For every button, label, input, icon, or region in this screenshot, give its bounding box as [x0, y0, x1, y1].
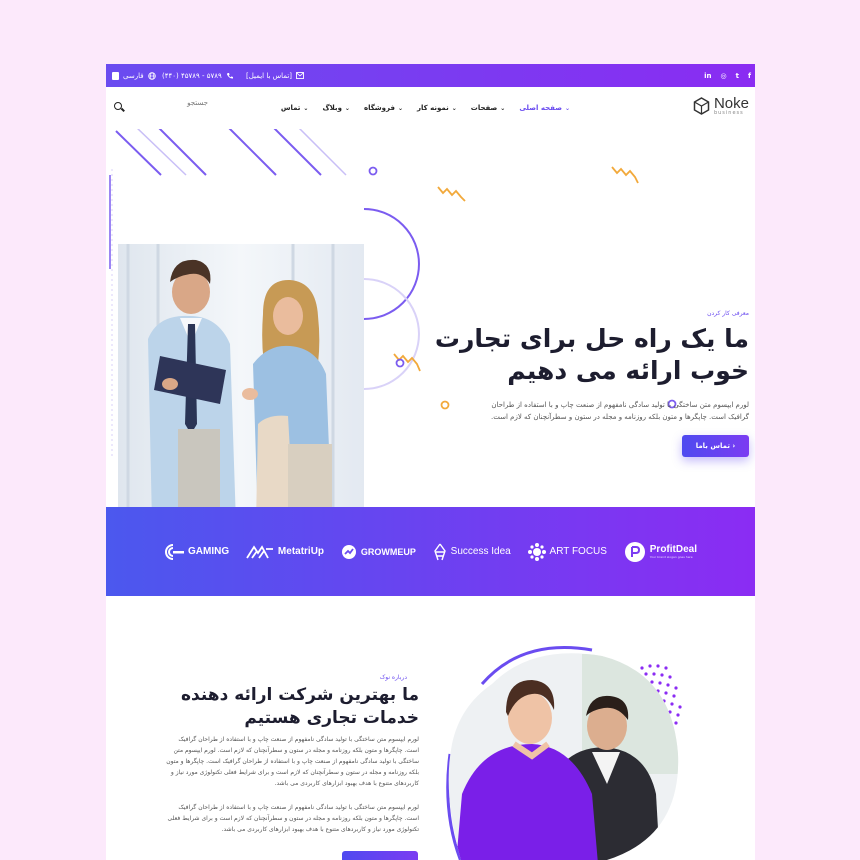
art-focus-logo-icon: [527, 542, 546, 561]
brand-gaming[interactable]: GAMING: [162, 543, 229, 561]
chevron-down-icon: ⌄: [303, 104, 309, 112]
dropdown-icon: [112, 71, 119, 80]
top-bar: فارسی (۴۴۰) ۴۵۷۸۹ - ۵۷۸۹ [تماس با ایمیل]…: [106, 64, 755, 87]
brand-art-focus-name: ART FOCUS: [549, 546, 607, 557]
about-paragraph-2: لورم ایپسوم متن ساختگی با تولید سادگی نا…: [167, 804, 419, 833]
about-paragraph-1: لورم ایپسوم متن ساختگی با تولید سادگی نا…: [166, 736, 419, 787]
facebook-icon[interactable]: f: [748, 72, 751, 80]
brand-profitdeal-tagline: Your brand slogan goes here: [649, 555, 693, 559]
menu-bar: صفحه اصلی ⌄ صفحات ⌄ نمونه کار ⌄ فروشگاه ⌄ وب…: [224, 87, 570, 129]
menu-item-home[interactable]: صفحه اصلی ⌄: [519, 104, 570, 112]
hero-image-business-people: [118, 244, 364, 507]
brand-profitdeal[interactable]: ProfitDeal Your brand slogan goes here: [624, 541, 697, 563]
email-label: [تماس با ایمیل]: [246, 71, 293, 80]
hero-eyebrow: معرفی کار کردن: [707, 310, 749, 317]
search-icon[interactable]: [114, 102, 122, 110]
brand-success-idea[interactable]: Success Idea: [433, 543, 511, 561]
brand-growmeup[interactable]: GROWMEUP: [341, 544, 416, 560]
logo-subtext: business: [713, 110, 744, 116]
chevron-down-icon: ⌄: [397, 104, 403, 112]
menu-item-portfolio[interactable]: نمونه کار ⌄: [417, 104, 457, 112]
brand-metatriup-name: MetatriUp: [277, 546, 325, 557]
hero-title: ما یک راه حل برای تجارت خوب ارائه می دهی…: [434, 324, 749, 385]
brands-band: GAMING MetatriUp GROWMEUP Success Idea A…: [106, 507, 755, 596]
menu-item-pages[interactable]: صفحات ⌄: [471, 104, 506, 112]
hero-section: معرفی کار کردن ما یک راه حل برای تجارت خ…: [106, 129, 755, 507]
phone-icon: [226, 72, 233, 79]
arc-decoration: [363, 208, 420, 320]
chevron-down-icon: ⌄: [344, 104, 350, 112]
about-section: درباره نوک ما بهترین شرکت ارائه دهنده خد…: [106, 596, 755, 860]
menu-item-contact[interactable]: تماس ⌄: [281, 104, 309, 112]
social-links: in ◎ t f: [704, 64, 751, 87]
contact-us-button[interactable]: تماس باما ›: [682, 435, 749, 457]
brand-profitdeal-name: ProfitDeal: [649, 544, 697, 555]
diagonal-stripes: [115, 129, 322, 176]
growmeup-logo-icon: [341, 544, 356, 559]
brand-metatriup[interactable]: MetatriUp: [246, 544, 325, 559]
profitdeal-logo-icon: [624, 541, 645, 562]
gaming-logo-icon: [165, 543, 184, 560]
about-more-button[interactable]: [342, 851, 418, 860]
logo[interactable]: Noke business: [693, 96, 749, 116]
chevron-down-icon: ⌄: [564, 104, 570, 112]
language-selector[interactable]: فارسی: [112, 64, 156, 87]
phone-link[interactable]: (۴۴۰) ۴۵۷۸۹ - ۵۷۸۹: [162, 64, 234, 87]
brand-art-focus[interactable]: ART FOCUS: [527, 542, 607, 561]
logo-text: Noke: [713, 95, 749, 112]
language-label: فارسی: [123, 71, 144, 80]
menu-item-blog[interactable]: وبلاگ ⌄: [322, 104, 350, 112]
brand-gaming-name: GAMING: [188, 546, 230, 557]
brand-growmeup-name: GROWMEUP: [360, 546, 416, 557]
chevron-down-icon: ⌄: [451, 104, 457, 112]
chevron-down-icon: ⌄: [500, 104, 506, 112]
email-link[interactable]: [تماس با ایمیل]: [246, 64, 304, 87]
instagram-icon[interactable]: ◎: [720, 72, 726, 80]
about-title: ما بهترین شرکت ارائه دهنده خدمات تجاری ه…: [181, 685, 419, 728]
mail-icon: [296, 72, 304, 79]
brand-success-idea-name: Success Idea: [450, 546, 511, 557]
about-image-business-team: [446, 646, 682, 860]
logo-cube-icon: [693, 97, 710, 115]
hero-description: لورم ایپسوم متن ساختگی با تولید سادگی نا…: [490, 401, 749, 421]
metatriup-logo-icon: [246, 544, 273, 559]
success-idea-logo-icon: [433, 543, 446, 560]
about-eyebrow: درباره نوک: [379, 674, 407, 681]
linkedin-icon[interactable]: in: [704, 72, 711, 80]
globe-icon: [147, 71, 156, 80]
search-input[interactable]: [128, 99, 208, 107]
page-frame: فارسی (۴۴۰) ۴۵۷۸۹ - ۵۷۸۹ [تماس با ایمیل]…: [106, 64, 755, 860]
main-nav: صفحه اصلی⌄ صفحات⌄ نمونه کار⌄ فروشگاه⌄ وب…: [106, 87, 755, 129]
menu-item-shop[interactable]: فروشگاه ⌄: [364, 104, 403, 112]
phone-number: (۴۴۰) ۴۵۷۸۹ - ۵۷۸۹: [162, 71, 222, 80]
twitter-icon[interactable]: t: [736, 72, 739, 80]
